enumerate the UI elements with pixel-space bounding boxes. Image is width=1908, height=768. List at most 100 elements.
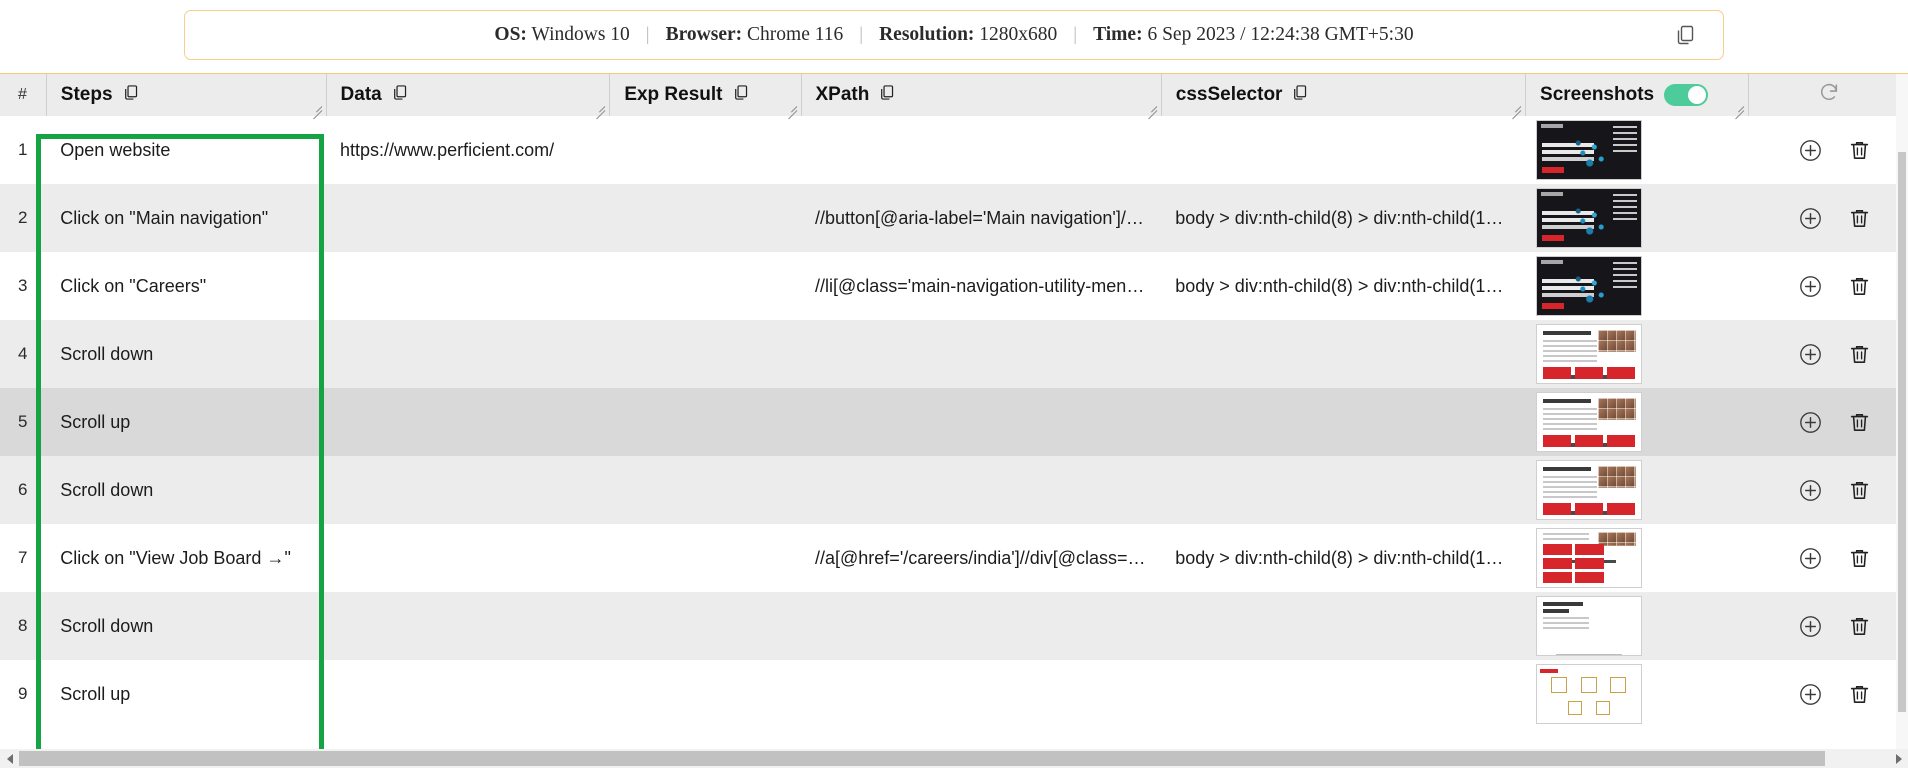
cell-exp-result[interactable] — [609, 116, 801, 184]
horizontal-scrollbar-track[interactable] — [19, 749, 1889, 768]
cell-cssselector[interactable] — [1161, 116, 1526, 184]
cell-steps[interactable]: Scroll up — [46, 388, 327, 456]
column-header-steps[interactable]: Steps — [46, 74, 327, 120]
plus-circle-icon[interactable] — [1798, 546, 1823, 571]
column-resize-handle-steps[interactable] — [309, 100, 323, 120]
column-header-data[interactable]: Data — [326, 74, 611, 120]
screenshot-thumbnail[interactable] — [1535, 460, 1642, 520]
plus-circle-icon[interactable] — [1798, 478, 1823, 503]
horizontal-scrollbar[interactable] — [0, 749, 1908, 768]
cell-cssselector[interactable] — [1161, 456, 1526, 524]
cell-exp-result[interactable] — [609, 660, 801, 728]
column-header-screenshots[interactable]: Screenshots — [1525, 74, 1750, 120]
table-row[interactable]: 4 Scroll down — [0, 320, 1908, 388]
cell-screenshot[interactable] — [1525, 116, 1749, 184]
column-resize-handle-cssselector[interactable] — [1508, 100, 1522, 120]
cell-data[interactable] — [326, 320, 610, 388]
cell-data[interactable] — [326, 456, 610, 524]
vertical-scrollbar-thumb[interactable] — [1898, 152, 1906, 712]
vertical-scrollbar[interactable] — [1896, 74, 1908, 749]
cell-steps[interactable]: Scroll up — [46, 660, 327, 728]
cell-screenshot[interactable] — [1525, 252, 1749, 320]
cell-exp-result[interactable] — [609, 524, 801, 592]
cell-data[interactable] — [326, 660, 610, 728]
plus-circle-icon[interactable] — [1798, 614, 1823, 639]
cell-cssselector[interactable] — [1161, 388, 1526, 456]
column-resize-handle-xpath[interactable] — [1144, 100, 1158, 120]
cell-steps[interactable]: Scroll down — [46, 592, 327, 660]
cell-screenshot[interactable] — [1525, 388, 1749, 456]
cell-xpath[interactable] — [801, 388, 1162, 456]
cell-cssselector[interactable]: body > div:nth-child(8) > div:nth-child(… — [1161, 184, 1526, 252]
triangle-left-icon[interactable] — [0, 749, 19, 768]
cell-steps[interactable]: Click on "Careers" — [46, 252, 327, 320]
cell-exp-result[interactable] — [609, 320, 801, 388]
screenshot-thumbnail[interactable] — [1535, 664, 1642, 724]
cell-data[interactable] — [326, 388, 610, 456]
cell-cssselector[interactable] — [1161, 320, 1526, 388]
cell-data[interactable]: https://www.perficient.com/ — [326, 116, 610, 184]
trash-icon[interactable] — [1847, 682, 1872, 707]
cell-steps[interactable]: Open website — [46, 116, 327, 184]
trash-icon[interactable] — [1847, 274, 1872, 299]
cell-exp-result[interactable] — [609, 184, 801, 252]
screenshot-thumbnail[interactable] — [1535, 120, 1642, 180]
cell-steps[interactable]: Scroll down — [46, 456, 327, 524]
column-header-cssselector[interactable]: cssSelector — [1161, 74, 1527, 120]
table-row[interactable]: 1 Open website https://www.perficient.co… — [0, 116, 1908, 184]
cell-data[interactable] — [326, 184, 610, 252]
copy-icon[interactable] — [733, 84, 750, 107]
copy-icon[interactable] — [879, 84, 896, 107]
table-row[interactable]: 2 Click on "Main navigation" //button[@a… — [0, 184, 1908, 252]
plus-circle-icon[interactable] — [1798, 138, 1823, 163]
trash-icon[interactable] — [1847, 410, 1872, 435]
cell-exp-result[interactable] — [609, 456, 801, 524]
cell-screenshot[interactable] — [1525, 592, 1749, 660]
cell-screenshot[interactable] — [1525, 456, 1749, 524]
cell-screenshot[interactable] — [1525, 524, 1749, 592]
screenshots-toggle[interactable] — [1664, 84, 1709, 106]
cell-xpath[interactable] — [801, 116, 1162, 184]
cell-screenshot[interactable] — [1525, 184, 1749, 252]
screenshot-thumbnail[interactable] — [1535, 324, 1642, 384]
table-row[interactable]: 9 Scroll up — [0, 660, 1908, 728]
screenshot-thumbnail[interactable] — [1535, 528, 1642, 588]
cell-cssselector[interactable]: body > div:nth-child(8) > div:nth-child(… — [1161, 252, 1526, 320]
horizontal-scrollbar-thumb[interactable] — [19, 751, 1825, 766]
cell-exp-result[interactable] — [609, 388, 801, 456]
cell-steps[interactable]: Click on "View Job Board →" — [46, 524, 327, 592]
cell-screenshot[interactable] — [1525, 660, 1749, 728]
trash-icon[interactable] — [1847, 138, 1872, 163]
screenshot-thumbnail[interactable] — [1535, 188, 1642, 248]
copy-icon[interactable] — [392, 84, 409, 107]
cell-exp-result[interactable] — [609, 592, 801, 660]
trash-icon[interactable] — [1847, 546, 1872, 571]
plus-circle-icon[interactable] — [1798, 274, 1823, 299]
cell-steps[interactable]: Click on "Main navigation" — [46, 184, 327, 252]
column-resize-handle-screenshots[interactable] — [1731, 100, 1745, 120]
screenshot-thumbnail[interactable] — [1535, 256, 1642, 316]
column-header-exp-result[interactable]: Exp Result — [609, 74, 802, 120]
table-row[interactable]: 5 Scroll up — [0, 388, 1908, 456]
copy-icon[interactable] — [1675, 24, 1697, 46]
plus-circle-icon[interactable] — [1798, 682, 1823, 707]
copy-icon[interactable] — [1292, 84, 1309, 107]
cell-xpath[interactable] — [801, 456, 1162, 524]
copy-icon[interactable] — [123, 84, 140, 107]
column-resize-handle-data[interactable] — [592, 100, 606, 120]
cell-xpath[interactable] — [801, 660, 1162, 728]
plus-circle-icon[interactable] — [1798, 206, 1823, 231]
trash-icon[interactable] — [1847, 342, 1872, 367]
triangle-right-icon[interactable] — [1889, 749, 1908, 768]
cell-xpath[interactable]: //button[@aria-label='Main navigation']/… — [801, 184, 1162, 252]
column-header-xpath[interactable]: XPath — [801, 74, 1162, 120]
trash-icon[interactable] — [1847, 478, 1872, 503]
table-row[interactable]: 3 Click on "Careers" //li[@class='main-n… — [0, 252, 1908, 320]
cell-cssselector[interactable] — [1161, 592, 1526, 660]
table-row[interactable]: 7 Click on "View Job Board →" //a[@href=… — [0, 524, 1908, 592]
cell-xpath[interactable]: //li[@class='main-navigation-utility-men… — [801, 252, 1162, 320]
plus-circle-icon[interactable] — [1798, 342, 1823, 367]
cell-data[interactable] — [326, 592, 610, 660]
column-resize-handle-exp-result[interactable] — [784, 100, 798, 120]
cell-data[interactable] — [326, 252, 610, 320]
